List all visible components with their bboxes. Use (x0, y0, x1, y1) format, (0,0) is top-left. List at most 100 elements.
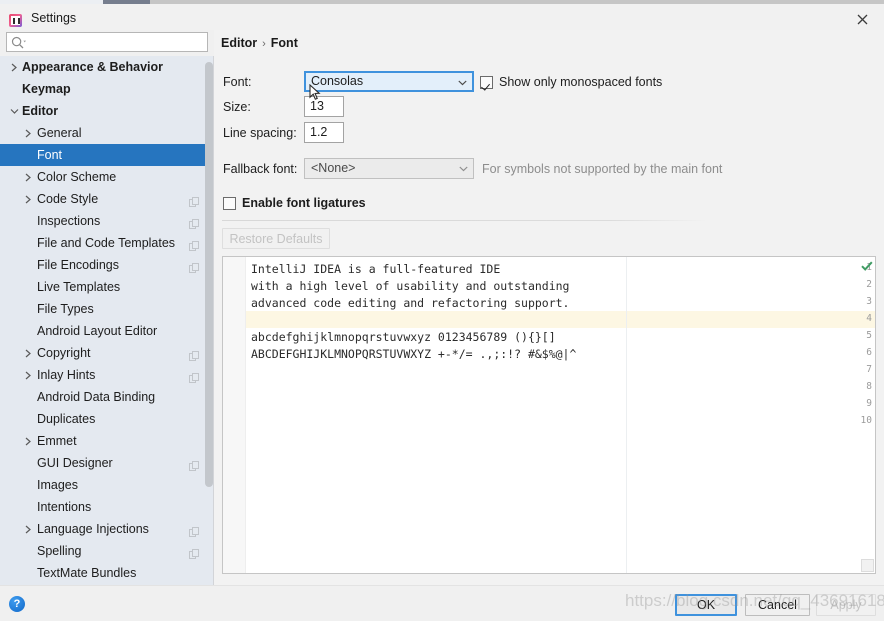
sidebar-item-textmate-bundles[interactable]: TextMate Bundles (0, 562, 214, 584)
sidebar-item-label: Spelling (37, 544, 82, 558)
cancel-label: Cancel (758, 598, 797, 612)
font-size-input[interactable]: 13 (304, 96, 344, 117)
chevron-down-icon[interactable] (8, 100, 20, 122)
line-spacing-input[interactable]: 1.2 (304, 122, 344, 143)
chevron-right-icon[interactable] (22, 430, 34, 452)
sidebar-item-file-encodings[interactable]: File Encodings (0, 254, 214, 276)
size-label: Size: (223, 100, 251, 114)
sidebar-item-label: File Types (37, 302, 94, 316)
sidebar-item-label: Inspections (37, 214, 101, 228)
help-icon[interactable]: ? (9, 596, 25, 612)
settings-dialog: Settings Appearance & Behavior Keymap Edit… (0, 0, 884, 621)
restore-defaults-label: Restore Defaults (229, 231, 323, 246)
chevron-right-icon[interactable] (8, 56, 20, 78)
chevron-right-icon[interactable] (22, 188, 34, 210)
chevron-right-icon[interactable] (22, 364, 34, 386)
settings-category-tree[interactable]: Appearance & Behavior Keymap Editor General… (0, 56, 214, 585)
chevron-right-icon[interactable] (22, 518, 34, 540)
sidebar-item-label: Copyright (37, 346, 91, 360)
enable-font-ligatures-label: Enable font ligatures (242, 196, 366, 210)
checkbox-box (223, 196, 236, 210)
line-number: 10 (860, 415, 872, 426)
code-line: advanced code editing and refactoring su… (251, 296, 570, 310)
fallback-font-value: <None> (311, 161, 356, 175)
chevron-right-icon[interactable] (22, 166, 34, 188)
sidebar-item-general[interactable]: General (0, 122, 214, 144)
sidebar-item-android-layout-editor[interactable]: Android Layout Editor (0, 320, 214, 342)
sidebar-item-label: TextMate Bundles (37, 566, 137, 580)
line-number: 6 (866, 347, 872, 358)
apply-button[interactable]: Apply (816, 594, 876, 616)
sidebar-item-label: Android Data Binding (37, 390, 156, 404)
line-number: 9 (866, 398, 872, 409)
sidebar-item-editor[interactable]: Editor (0, 100, 214, 122)
sidebar-item-duplicates[interactable]: Duplicates (0, 408, 214, 430)
close-icon[interactable] (840, 8, 884, 30)
sidebar-item-color-scheme[interactable]: Color Scheme (0, 166, 214, 188)
font-size-value: 13 (310, 99, 324, 113)
title-bar: Settings (0, 8, 884, 30)
line-number: 8 (866, 381, 872, 392)
code-line: ABCDEFGHIJKLMNOPQRSTUVWXYZ +-*/= .,;:!? … (251, 347, 577, 361)
sidebar-item-appearance-behavior[interactable]: Appearance & Behavior (0, 56, 214, 78)
code-line: abcdefghijklmnopqrstuvwxyz 0123456789 ()… (251, 330, 556, 344)
sidebar-item-emmet[interactable]: Emmet (0, 430, 214, 452)
sidebar-item-android-data-binding[interactable]: Android Data Binding (0, 386, 214, 408)
restore-defaults-button[interactable]: Restore Defaults (222, 228, 330, 249)
font-preview-editor[interactable]: 1 2 3 4 5 6 7 8 9 10 IntelliJ IDEA is a full-feat… (222, 256, 876, 574)
enable-font-ligatures-checkbox[interactable]: Enable font ligatures (223, 195, 366, 211)
chevron-right-icon[interactable] (22, 122, 34, 144)
search-icon (11, 36, 27, 50)
sidebar-item-inspections[interactable]: Inspections (0, 210, 214, 232)
dialog-footer: ? OK Cancel Apply (0, 585, 884, 621)
project-scope-badge-icon (189, 347, 200, 361)
window-title: Settings (31, 11, 77, 25)
sidebar-item-language-injections[interactable]: Language Injections (0, 518, 214, 540)
caret-line-highlight (223, 311, 875, 328)
search-input[interactable] (6, 32, 208, 52)
chevron-right-icon[interactable] (22, 342, 34, 364)
sidebar-item-label: File and Code Templates (37, 236, 176, 250)
sidebar-item-keymap[interactable]: Keymap (0, 78, 214, 100)
sidebar-item-file-types[interactable]: File Types (0, 298, 214, 320)
project-scope-badge-icon (189, 545, 200, 559)
sidebar-item-label: General (37, 126, 82, 140)
project-scope-badge-icon (189, 259, 200, 273)
breadcrumb-root[interactable]: Editor (221, 36, 257, 50)
sidebar-item-font[interactable]: Font (0, 144, 214, 166)
fallback-font-label: Fallback font: (223, 162, 298, 176)
ok-button[interactable]: OK (675, 594, 737, 616)
sidebar-item-intentions[interactable]: Intentions (0, 496, 214, 518)
sidebar-item-label: Font (37, 148, 63, 162)
sidebar-item-label: Emmet (37, 434, 77, 448)
sidebar-item-copyright[interactable]: Copyright (0, 342, 214, 364)
sidebar-item-live-templates[interactable]: Live Templates (0, 276, 214, 298)
sidebar-item-images[interactable]: Images (0, 474, 214, 496)
cancel-button[interactable]: Cancel (745, 594, 810, 616)
sidebar-item-spelling[interactable]: Spelling (0, 540, 214, 562)
show-only-monospaced-label: Show only monospaced fonts (499, 75, 663, 89)
sidebar-item-label: File Encodings (37, 258, 119, 272)
line-number: 4 (866, 313, 872, 324)
font-family-combobox[interactable]: Consolas (304, 71, 474, 92)
green-checkmark-icon[interactable] (859, 258, 874, 274)
code-line: with a high level of usability and outst… (251, 279, 570, 293)
sidebar-item-label: Language Injections (37, 522, 149, 536)
sidebar-item-label: GUI Designer (37, 456, 113, 470)
editor-gutter (223, 257, 246, 573)
help-label: ? (13, 597, 21, 610)
show-only-monospaced-checkbox[interactable]: Show only monospaced fonts (480, 74, 662, 90)
sidebar-item-label: Duplicates (37, 412, 96, 426)
sidebar-item-file-and-code-templates[interactable]: File and Code Templates (0, 232, 214, 254)
line-spacing-value: 1.2 (310, 125, 328, 139)
sidebar-scrollbar-thumb[interactable] (205, 62, 213, 487)
sidebar-item-code-style[interactable]: Code Style (0, 188, 214, 210)
sidebar-item-label: Images (37, 478, 78, 492)
project-scope-badge-icon (189, 457, 200, 471)
line-spacing-label: Line spacing: (223, 126, 297, 140)
sidebar-item-gui-designer[interactable]: GUI Designer (0, 452, 214, 474)
fallback-font-combobox[interactable]: <None> (304, 158, 474, 179)
code-line: IntelliJ IDEA is a full-featured IDE (251, 262, 501, 276)
sidebar-item-inlay-hints[interactable]: Inlay Hints (0, 364, 214, 386)
breadcrumb-separator: › (262, 38, 266, 50)
